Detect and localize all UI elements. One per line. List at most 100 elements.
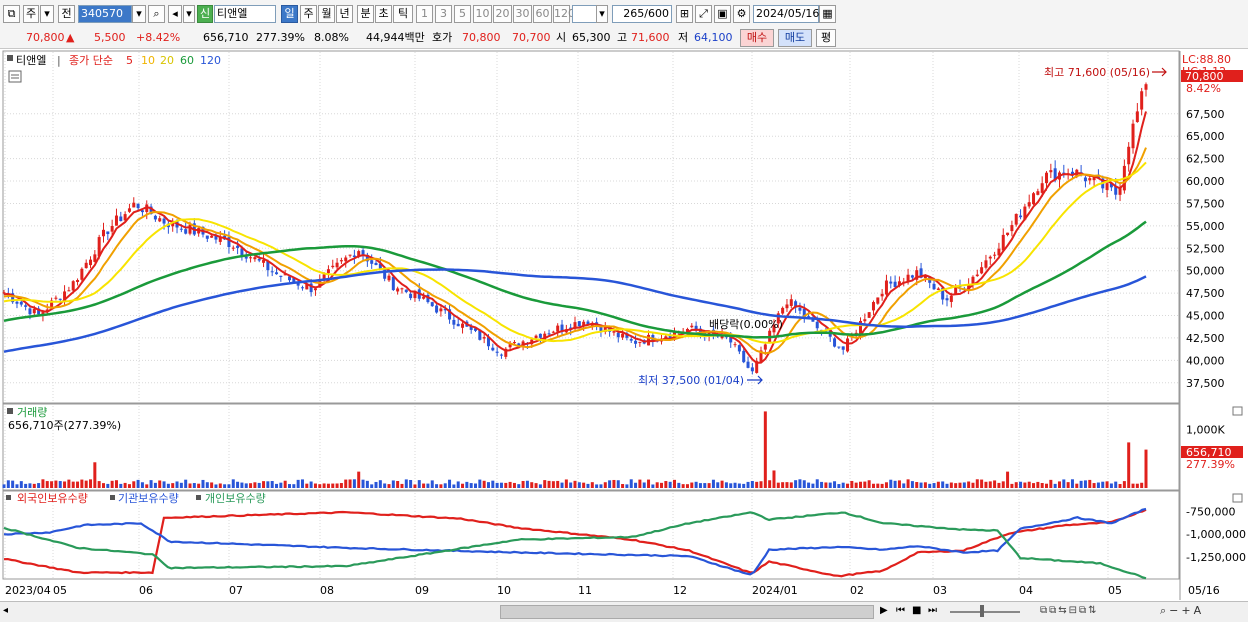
buy-button[interactable]: 매수 bbox=[740, 29, 774, 47]
candle-body bbox=[512, 342, 516, 344]
price-tick-label: 42,500 bbox=[1186, 332, 1225, 345]
chevron-down-icon[interactable]: ▾ bbox=[183, 5, 195, 23]
minute-20[interactable]: 20 bbox=[493, 5, 512, 23]
volume-bar bbox=[789, 482, 793, 488]
bar-count-total: /600 bbox=[644, 7, 669, 20]
volume-bar bbox=[811, 483, 815, 488]
volume-legend-marker-icon bbox=[7, 408, 13, 414]
forward-icon[interactable]: ⏭ bbox=[928, 604, 940, 618]
period-minute[interactable]: 분 bbox=[357, 5, 374, 23]
volume-bar bbox=[1040, 483, 1044, 488]
volume-bar bbox=[2, 484, 6, 488]
zoom-slider[interactable] bbox=[950, 611, 1020, 613]
minute-60[interactable]: 60 bbox=[533, 5, 552, 23]
calendar-icon[interactable]: ▦ bbox=[819, 5, 836, 23]
save-icon[interactable]: ▣ bbox=[714, 5, 731, 23]
volume-bar bbox=[80, 479, 84, 488]
zoom-tools-icon[interactable]: ⌕−+A bbox=[1160, 604, 1246, 618]
volume-bar bbox=[850, 480, 854, 488]
volume-bar bbox=[1135, 483, 1139, 488]
play-icon[interactable]: ▶ bbox=[880, 604, 892, 618]
x-tick-label: 05 bbox=[53, 584, 67, 597]
volume-bar bbox=[244, 483, 248, 488]
period-second[interactable]: 초 bbox=[375, 5, 392, 23]
volume-bar bbox=[396, 480, 400, 488]
window-icon[interactable]: ⧉ bbox=[3, 5, 20, 23]
period-tick[interactable]: 틱 bbox=[393, 5, 413, 23]
volume-bar bbox=[188, 483, 192, 488]
volume-bar bbox=[672, 479, 676, 488]
up-arrow-icon: ▲ bbox=[66, 31, 75, 44]
volume-bar bbox=[11, 480, 15, 488]
volume-bar bbox=[175, 481, 179, 488]
period-week[interactable]: 주 bbox=[300, 5, 317, 23]
volume-bar bbox=[1023, 482, 1027, 488]
scroll-thumb[interactable] bbox=[500, 605, 874, 619]
volume-bar bbox=[928, 483, 932, 488]
date-input[interactable]: 2024/05/16 bbox=[753, 5, 819, 23]
layout-icons[interactable]: ⧉⧉⇆⊟⧉⇅ bbox=[1040, 604, 1120, 618]
minute-10[interactable]: 10 bbox=[473, 5, 492, 23]
period-month[interactable]: 월 bbox=[318, 5, 335, 23]
stock-code-input[interactable]: 340570 bbox=[78, 5, 132, 23]
stock-chart[interactable]: 37,500 40,000 42,500 45,000 47,500 50,000 52,5… bbox=[0, 49, 1248, 601]
volume-bar bbox=[171, 483, 175, 488]
volume-bar bbox=[469, 483, 473, 488]
scroll-left-icon[interactable]: ◂ bbox=[3, 604, 15, 618]
compare-icon[interactable]: ⤢ bbox=[695, 5, 712, 23]
candle-body bbox=[184, 229, 188, 234]
scroll-bar[interactable]: ◂ ▶ ⏮ ■ ⏭ ⧉⧉⇆⊟⧉⇅ ⌕−+A bbox=[0, 601, 1248, 622]
code-dropdown-icon[interactable]: ▾ bbox=[132, 5, 146, 23]
volume-close-icon[interactable] bbox=[1232, 406, 1243, 416]
volume-bar bbox=[1096, 482, 1100, 488]
volume-bar bbox=[685, 484, 689, 488]
candle-body bbox=[89, 259, 93, 266]
minute-1[interactable]: 1 bbox=[416, 5, 433, 23]
mode-select-2[interactable]: 전 bbox=[58, 5, 75, 23]
volume-bar bbox=[249, 483, 253, 488]
candle-body bbox=[127, 208, 131, 212]
volume-bar bbox=[867, 480, 871, 488]
period-day[interactable]: 일 bbox=[281, 5, 298, 23]
volume-bar bbox=[629, 479, 633, 488]
candle-body bbox=[884, 280, 888, 295]
gear-icon[interactable]: ⚙ bbox=[733, 5, 750, 23]
grid-toggle-icon[interactable] bbox=[8, 70, 22, 83]
speaker-icon[interactable]: ◂ bbox=[168, 5, 182, 23]
holdings-close-icon[interactable] bbox=[1232, 493, 1243, 503]
volume-bar bbox=[729, 483, 733, 488]
candle-body bbox=[781, 307, 785, 314]
candle-body bbox=[893, 281, 897, 287]
volume-bar bbox=[525, 480, 529, 488]
candle-body bbox=[28, 308, 32, 315]
minute-5[interactable]: 5 bbox=[454, 5, 471, 23]
chevron-down-icon[interactable]: ▾ bbox=[40, 5, 54, 23]
volume-bar bbox=[772, 470, 776, 488]
mode-select-1[interactable]: 주 bbox=[23, 5, 39, 23]
minute-120[interactable]: 120 bbox=[553, 5, 575, 23]
volume-bar bbox=[1019, 481, 1023, 488]
candle-body bbox=[396, 288, 400, 292]
stop-icon[interactable]: ■ bbox=[912, 604, 924, 618]
volume-bar bbox=[283, 480, 287, 488]
volume-bar bbox=[93, 462, 97, 488]
candle-body bbox=[58, 298, 62, 300]
volume-bar bbox=[837, 484, 841, 488]
rewind-icon[interactable]: ⏮ bbox=[896, 604, 908, 618]
period-year[interactable]: 년 bbox=[336, 5, 353, 23]
search-icon[interactable]: ⌕ bbox=[148, 5, 165, 23]
stock-name-field[interactable]: 티앤엘 bbox=[214, 5, 276, 23]
minute-30[interactable]: 30 bbox=[513, 5, 532, 23]
zoom-slider-handle[interactable] bbox=[980, 605, 984, 617]
volume-bar bbox=[820, 481, 824, 488]
chart-area[interactable]: 37,500 40,000 42,500 45,000 47,500 50,000 52,5… bbox=[0, 49, 1248, 601]
volume-bar bbox=[893, 480, 897, 488]
minute-3[interactable]: 3 bbox=[435, 5, 452, 23]
volume-bar bbox=[279, 482, 283, 488]
bar-count-input[interactable]: 265/600 bbox=[612, 5, 672, 23]
sell-button[interactable]: 매도 bbox=[778, 29, 812, 47]
evaluate-button[interactable]: 평 bbox=[816, 29, 836, 47]
chevron-down-icon[interactable]: ▾ bbox=[596, 5, 608, 23]
volume-bar bbox=[1075, 483, 1079, 488]
indicator-icon[interactable]: ⊞ bbox=[676, 5, 693, 23]
